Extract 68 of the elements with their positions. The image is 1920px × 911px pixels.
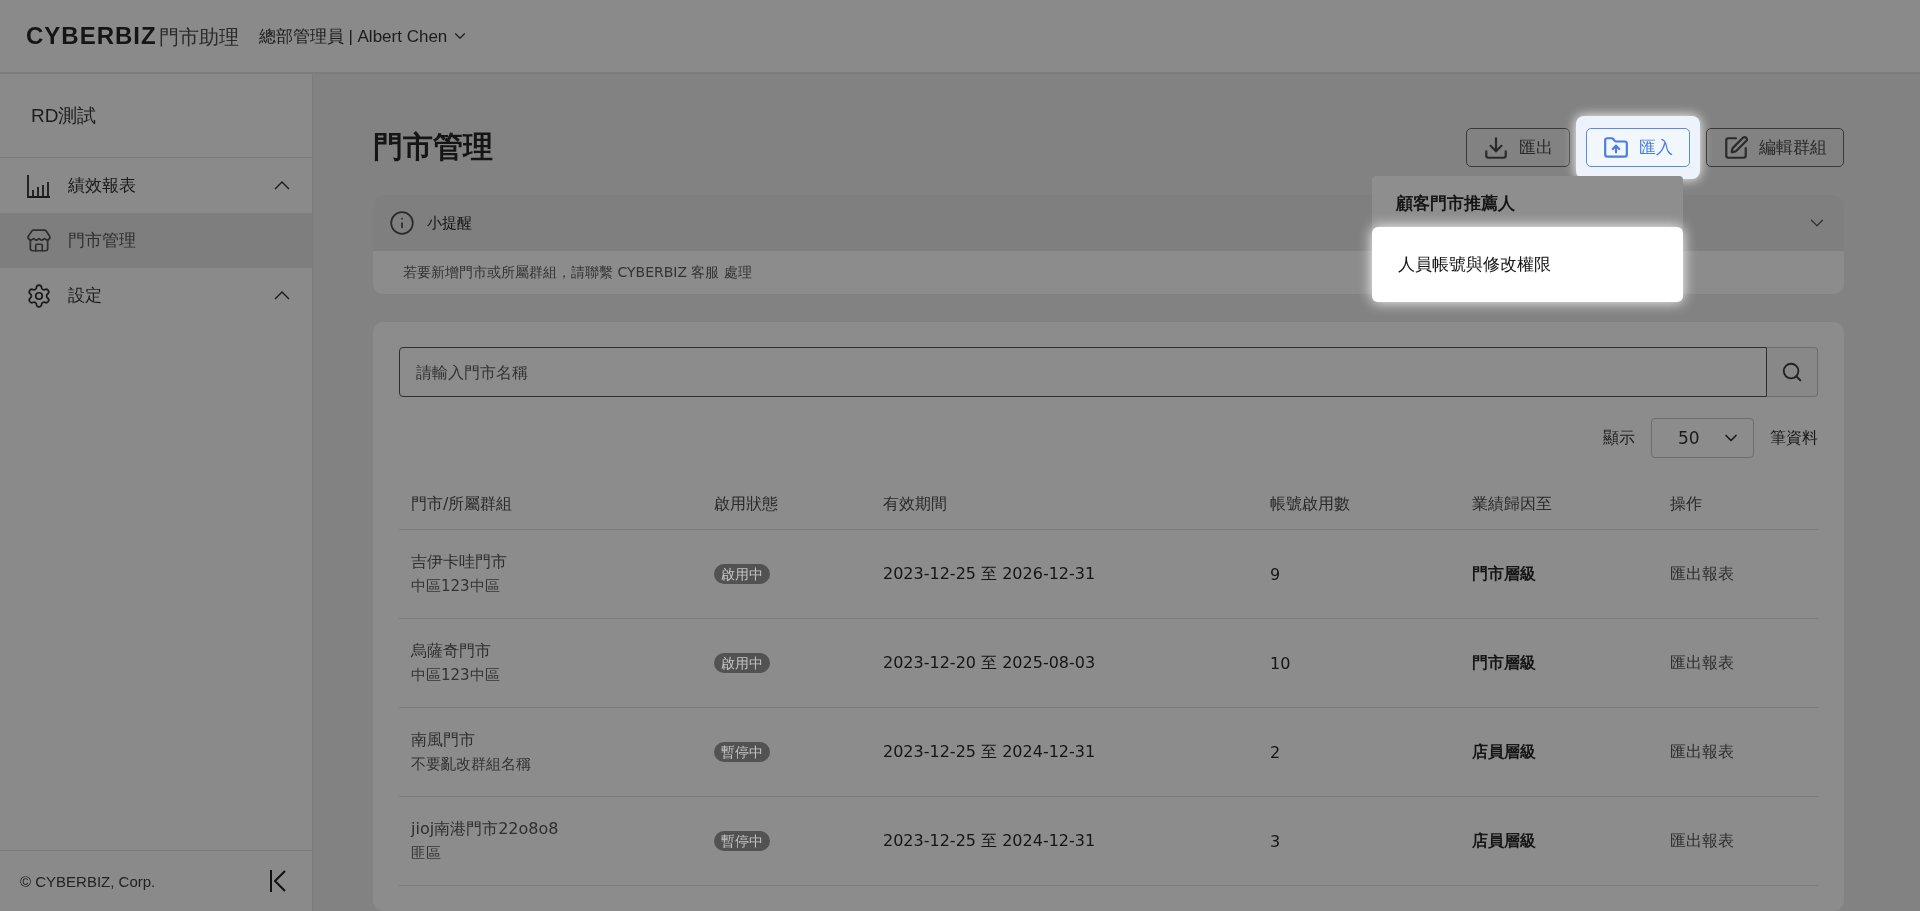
table-cell-text: 2 (1270, 742, 1282, 762)
edit-icon (1723, 134, 1749, 161)
collapse-sidebar-icon[interactable] (268, 869, 288, 893)
search-field[interactable]: 請輸入門市名稱 (399, 347, 1767, 397)
group-name: 不要亂改群組名稱 (411, 755, 532, 774)
search-icon (1781, 361, 1803, 383)
status-badge: 暫停中 (714, 831, 770, 851)
status-badge: 暫停中 (714, 742, 770, 762)
export-report-link[interactable]: 匯出報表 (1670, 652, 1734, 672)
logo-subtitle: 門市助理 (158, 23, 239, 51)
export-report-link[interactable]: 匯出報表 (1670, 830, 1734, 850)
sidebar-item-label: 設定 (68, 284, 103, 307)
page-title: 門市管理 (373, 128, 494, 167)
sidebar-item-label: 門市管理 (68, 229, 137, 252)
sidebar-item[interactable]: 門市管理 (0, 213, 312, 268)
table-cell-text: 店員層級 (1472, 830, 1537, 852)
table-cell-text: 10 (1270, 653, 1292, 673)
group-name: 中區123中區 (411, 577, 501, 596)
toolbar-button[interactable]: 匯入 (1586, 128, 1690, 168)
toolbar-button[interactable]: 編輯群組 (1706, 128, 1844, 168)
search-button[interactable] (1767, 347, 1818, 397)
page-size-select[interactable]: 50 (1651, 418, 1754, 458)
store-name-cell-text: 烏薩奇門市 (411, 641, 492, 662)
column-header: 啟用狀態 (714, 494, 779, 515)
store-name-cell-text: 吉伊卡哇門市 (411, 552, 508, 573)
table-cell-text: 2023-12-25 至 2024-12-31 (883, 830, 1097, 852)
group-name: 匪區 (411, 844, 442, 863)
table-cell-text: 9 (1270, 564, 1282, 584)
export-report-link[interactable]: 匯出報表 (1670, 741, 1734, 761)
table-cell-text: 2023-12-25 至 2026-12-31 (883, 563, 1097, 585)
chevron-up-icon (274, 181, 290, 190)
sidebar-item[interactable]: 績效報表 (0, 158, 312, 213)
store-name-cell-text: jioj南港門市22o8o8 (411, 819, 560, 840)
column-header: 門市/所屬群組 (411, 494, 514, 515)
bar-chart-icon (26, 172, 52, 199)
menu-item[interactable]: 人員帳號與修改權限 (1372, 227, 1683, 302)
store-name-cell-text: 南風門市 (411, 730, 476, 751)
folder-upload-icon (1603, 134, 1629, 161)
group-name: 中區123中區 (411, 666, 501, 685)
page-size-label: 顯示 (1603, 427, 1635, 449)
tip-title: 小提醒 (427, 213, 473, 233)
column-header: 業績歸因至 (1472, 494, 1553, 515)
status-badge: 啟用中 (714, 653, 770, 673)
column-header: 操作 (1670, 494, 1703, 515)
download-icon (1483, 134, 1509, 161)
tip-text: 若要新增門市或所屬群組，請聯繫 CYBERBIZ 客服 處理 (403, 264, 752, 283)
table-cell-text: 門市層級 (1472, 652, 1537, 674)
page-size-suffix: 筆資料 (1770, 427, 1818, 449)
export-report-link[interactable]: 匯出報表 (1670, 563, 1734, 583)
sidebar-item-label: 績效報表 (68, 174, 137, 197)
chevron-up-icon (274, 291, 290, 300)
info-icon (389, 210, 415, 237)
table-cell-text: 3 (1270, 831, 1282, 851)
store-name: RD測試 (0, 74, 312, 158)
user-menu[interactable]: 總部管理員 | Albert Chen (258, 24, 470, 48)
logo: CYBERBIZ (26, 21, 157, 50)
column-header: 帳號啟用數 (1270, 494, 1351, 515)
sidebar-item[interactable]: 設定 (0, 268, 312, 323)
table-cell-text: 門市層級 (1472, 563, 1537, 585)
settings-icon (26, 282, 52, 309)
toolbar-button[interactable]: 匯出 (1466, 128, 1570, 168)
table-cell-text: 店員層級 (1472, 741, 1537, 763)
copyright: © CYBERBIZ, Corp. (20, 872, 156, 890)
table-cell-text: 2023-12-20 至 2025-08-03 (883, 652, 1097, 674)
table-cell-text: 2023-12-25 至 2024-12-31 (883, 741, 1097, 763)
column-header: 有效期間 (883, 494, 948, 515)
status-badge: 啟用中 (714, 564, 770, 584)
store-icon (26, 227, 52, 254)
